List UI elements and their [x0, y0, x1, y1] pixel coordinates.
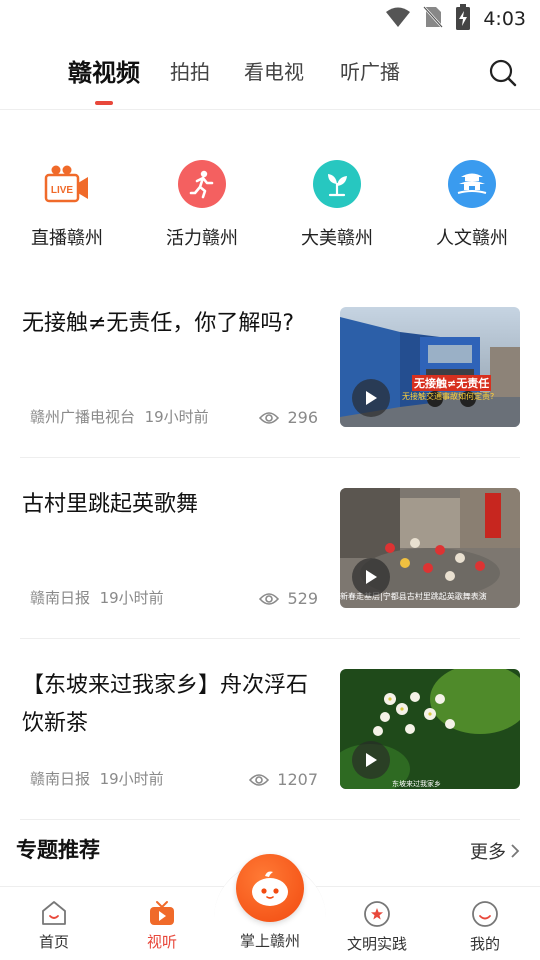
status-bar: 4:03	[0, 0, 540, 38]
category-beauty[interactable]: 大美赣州	[277, 160, 397, 250]
tab-paipai[interactable]: 拍拍	[170, 56, 210, 85]
news-title: 【东坡来过我家乡】舟次浮石饮新茶	[22, 673, 309, 736]
tab-ganshipin[interactable]: 赣视频	[68, 53, 140, 88]
eye-icon	[259, 592, 280, 605]
news-time: 19小时前	[99, 770, 164, 788]
category-label: 活力赣州	[166, 228, 238, 249]
status-icons: 4:03	[385, 4, 526, 34]
profile-face-icon	[472, 901, 498, 927]
news-source: 赣南日报	[30, 770, 91, 788]
video-thumbnail[interactable]: 无接触≠无责任 无接触交通事故如何定责?	[340, 307, 520, 427]
nav-center-label: 掌上赣州	[239, 932, 300, 950]
play-icon	[352, 379, 390, 417]
nav-media[interactable]: 视听	[122, 899, 202, 952]
news-views: 529	[259, 589, 318, 608]
view-count: 296	[287, 408, 318, 427]
news-source: 赣南日报	[30, 589, 91, 607]
news-views: 1207	[249, 770, 318, 789]
more-button[interactable]: 更多	[470, 838, 520, 864]
search-button[interactable]	[488, 58, 518, 88]
pavilion-icon	[448, 160, 496, 208]
home-face-icon	[42, 901, 66, 925]
status-time: 4:03	[483, 8, 526, 30]
category-label: 大美赣州	[301, 228, 373, 249]
video-thumbnail[interactable]: 东坡来过我家乡	[340, 669, 520, 789]
news-title: 无接触≠无责任，你了解吗?	[22, 311, 295, 336]
eye-icon	[249, 773, 270, 786]
category-culture[interactable]: 人文赣州	[412, 160, 532, 250]
divider	[20, 638, 520, 639]
star-badge-icon	[364, 901, 390, 927]
view-count: 1207	[277, 770, 318, 789]
nav-center-button[interactable]	[236, 854, 304, 922]
mascot-icon	[252, 871, 288, 906]
thumbnail-caption: 无接触≠无责任	[412, 375, 492, 391]
live-camera-icon: LIVE	[43, 160, 91, 208]
news-item[interactable]: 无接触≠无责任，你了解吗? 赣州广播电视台 19小时前 296 无接触≠无责任 …	[20, 307, 520, 427]
active-tab-indicator	[95, 101, 113, 105]
category-grid: LIVE 直播赣州 活力赣州 大美赣州 人文赣州	[0, 160, 540, 260]
svg-text:LIVE: LIVE	[51, 185, 74, 196]
section-title: 专题推荐	[16, 838, 100, 862]
category-live[interactable]: LIVE 直播赣州	[7, 160, 127, 250]
no-sim-icon	[423, 5, 444, 33]
nav-home[interactable]: 首页	[14, 899, 94, 952]
news-source: 赣州广播电视台	[30, 408, 136, 426]
play-icon	[352, 741, 390, 779]
thumbnail-caption: 东坡来过我家乡	[392, 780, 441, 788]
thumbnail-subcaption: 无接触交通事故如何定责?	[402, 392, 495, 401]
divider	[20, 457, 520, 458]
news-item[interactable]: 【东坡来过我家乡】舟次浮石饮新茶 赣南日报 19小时前 1207 东坡来过我家乡	[20, 669, 520, 789]
category-vitality[interactable]: 活力赣州	[142, 160, 262, 250]
top-tab-bar: 赣视频 拍拍 看电视 听广播	[0, 50, 540, 110]
news-views: 296	[259, 408, 318, 427]
news-meta: 赣州广播电视台 19小时前	[30, 406, 209, 427]
eye-icon	[259, 411, 280, 424]
nav-label: 首页	[38, 933, 69, 951]
tv-play-icon	[150, 901, 174, 925]
play-icon	[352, 558, 390, 596]
nav-profile[interactable]: 我的	[445, 899, 525, 954]
news-meta: 赣南日报 19小时前	[30, 768, 164, 789]
divider	[20, 819, 520, 820]
video-thumbnail[interactable]: 新春走基层|宁都县古村里跳起英歌舞表演	[340, 488, 520, 608]
nav-civilization[interactable]: 文明实践	[337, 899, 417, 954]
chevron-right-icon	[511, 844, 520, 858]
news-title: 古村里跳起英歌舞	[22, 492, 199, 517]
news-time: 19小时前	[99, 589, 164, 607]
battery-charging-icon	[455, 4, 471, 34]
tab-kandianshi[interactable]: 看电视	[244, 56, 304, 85]
nav-label: 视听	[146, 933, 177, 951]
news-meta: 赣南日报 19小时前	[30, 587, 164, 608]
view-count: 529	[287, 589, 318, 608]
news-time: 19小时前	[144, 408, 209, 426]
search-icon	[489, 59, 517, 87]
wifi-icon	[385, 6, 411, 32]
news-item[interactable]: 古村里跳起英歌舞 赣南日报 19小时前 529 新春走基层|宁都县古村里跳起英歌…	[20, 488, 520, 608]
category-label: 人文赣州	[436, 228, 508, 249]
nav-label: 我的	[469, 935, 500, 953]
category-label: 直播赣州	[31, 228, 103, 249]
nav-label: 文明实践	[346, 935, 407, 953]
leaf-icon	[313, 160, 361, 208]
tab-tingguangbo[interactable]: 听广播	[340, 56, 400, 85]
more-label: 更多	[470, 842, 506, 863]
runner-icon	[178, 160, 226, 208]
